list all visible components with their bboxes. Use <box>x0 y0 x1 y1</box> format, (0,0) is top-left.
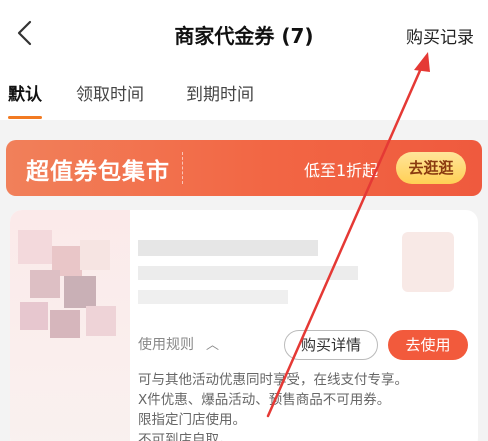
sort-tabs: 默认 领取时间 到期时间 <box>0 64 488 120</box>
tab-claim-time[interactable]: 领取时间 <box>76 80 144 105</box>
blurred-badge <box>402 232 454 292</box>
browse-button[interactable]: 去逛逛 <box>396 152 466 184</box>
tab-default[interactable]: 默认 <box>8 80 42 105</box>
coupon-image-blurred <box>10 210 130 441</box>
banner-title: 超值券包集市 <box>26 159 170 185</box>
top-nav-bar: 商家代金券 (7) 购买记录 <box>0 0 488 64</box>
blurred-text-block <box>138 266 358 280</box>
banner-divider <box>182 152 183 184</box>
coupon-market-banner[interactable]: 超值券包集市 低至1折起 去逛逛 <box>6 140 482 196</box>
rule-line: 可与其他活动优惠同时享受，在线支付专享。 <box>138 372 408 388</box>
chevron-up-icon[interactable]: ︿ <box>206 334 219 353</box>
rules-row: 使用规则 ︿ 购买详情 去使用 <box>138 330 468 360</box>
rule-line: X件优惠、爆品活动、预售商品不可用券。 <box>138 392 391 408</box>
blurred-text-block <box>138 240 318 256</box>
rules-label[interactable]: 使用规则 <box>138 334 194 354</box>
active-tab-indicator <box>8 116 42 119</box>
use-coupon-button[interactable]: 去使用 <box>388 330 468 360</box>
tab-expiry-time[interactable]: 到期时间 <box>186 80 254 105</box>
purchase-detail-button[interactable]: 购买详情 <box>284 330 378 360</box>
purchase-history-link[interactable]: 购买记录 <box>406 23 474 48</box>
rule-line: 限指定门店使用。 <box>138 412 246 428</box>
banner-subtitle: 低至1折起 <box>304 161 379 180</box>
rule-line: 不可到店自取。 <box>138 432 233 441</box>
blurred-text-block <box>138 290 288 304</box>
coupon-card: 使用规则 ︿ 购买详情 去使用 可与其他活动优惠同时享受，在线支付专享。 X件优… <box>10 210 478 441</box>
